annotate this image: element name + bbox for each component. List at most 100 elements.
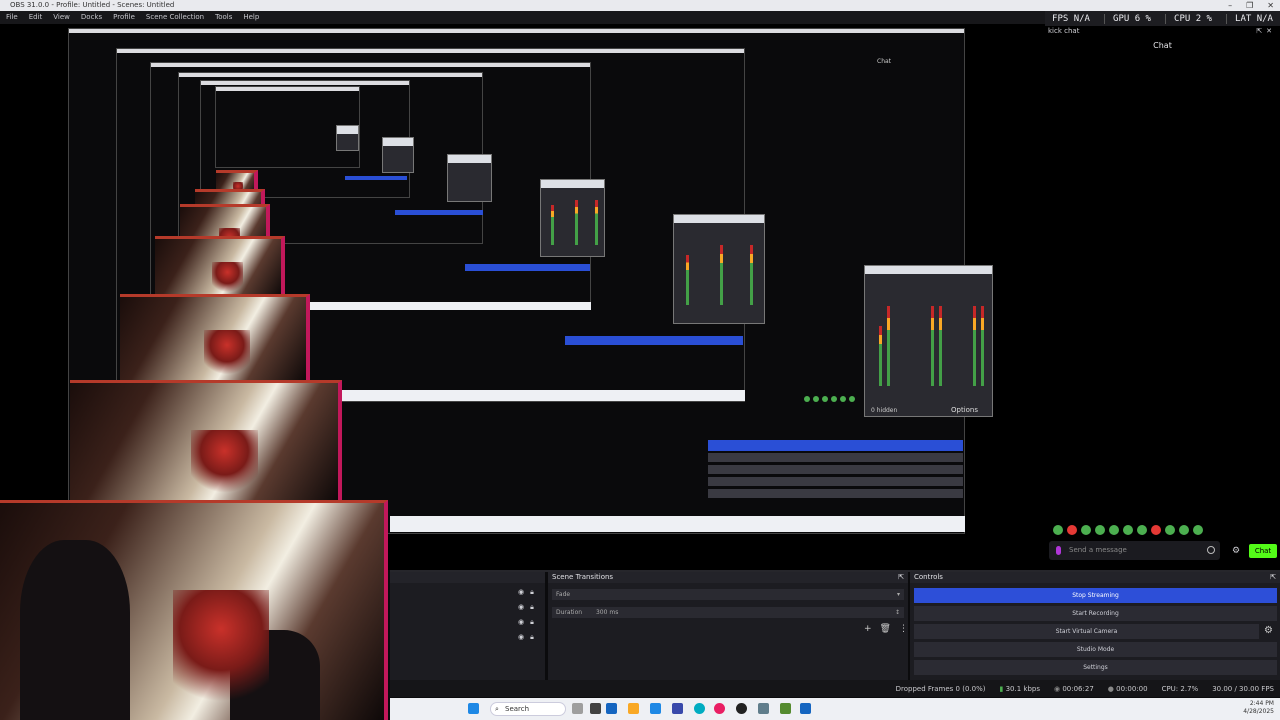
menu-help[interactable]: Help (243, 11, 259, 24)
nested-audio-mixer (673, 214, 765, 324)
lock-icon[interactable]: 🔒︎ (530, 618, 534, 627)
menu-view[interactable]: View (53, 11, 70, 24)
stop-streaming-button[interactable]: Stop Streaming (914, 588, 1277, 603)
trash-icon[interactable]: 🗑︎ (880, 624, 891, 634)
minimize-button[interactable]: – (1228, 0, 1232, 11)
stream-icon: ◉ (1053, 684, 1061, 693)
nested-stop-button (465, 264, 590, 271)
eye-icon[interactable]: ◉ (518, 603, 524, 612)
emote-icon[interactable] (1123, 525, 1133, 535)
obs-window: OBS 31.0.0 - Profile: Untitled - Scenes:… (0, 0, 1280, 720)
chat-header: Chat (1153, 41, 1172, 50)
store-icon[interactable] (650, 703, 661, 714)
hidden-count-label: 0 hidden (871, 407, 898, 414)
obs-icon[interactable] (736, 703, 747, 714)
nested-audio-mixer (540, 179, 605, 257)
emote-icon[interactable] (1081, 525, 1091, 535)
source-row[interactable]: ◉ 🔒︎ (518, 618, 534, 627)
file-explorer-icon[interactable] (628, 703, 639, 714)
pen-icon[interactable] (572, 703, 583, 714)
spin-arrows-icon[interactable]: ↕ (895, 607, 900, 618)
app-icon[interactable] (758, 703, 769, 714)
chat-settings-gear-icon[interactable]: ⚙ (1232, 546, 1240, 556)
emote-icon[interactable] (1109, 525, 1119, 535)
dock-close-icon[interactable]: ⇱✕ (1256, 26, 1276, 37)
emote-icon[interactable] (1053, 525, 1063, 535)
stats-bar: FPS N/A GPU 6 % CPU 2 % LAT N/A (1045, 11, 1280, 26)
nested-audio-mixer: Options 0 hidden (864, 265, 993, 417)
nested-control (708, 477, 963, 486)
menu-tools[interactable]: Tools (215, 11, 232, 24)
title-bar: OBS 31.0.0 - Profile: Untitled - Scenes:… (0, 0, 1280, 11)
menu-scene-collection[interactable]: Scene Collection (146, 11, 204, 24)
preview-canvas[interactable]: Options 0 hidden Chat (0, 24, 1045, 570)
camera-feed (0, 500, 388, 720)
emote-icon[interactable] (1165, 525, 1175, 535)
nested-control (708, 465, 963, 474)
nested-stop-button (565, 336, 743, 345)
taskbar-search[interactable]: ⌕ Search (490, 702, 566, 716)
emote-icon[interactable] (1095, 525, 1105, 535)
clock-time: 2:44 PM (1249, 700, 1274, 707)
source-row[interactable]: ◉ 🔒︎ (518, 603, 534, 612)
emote-icon[interactable] (1179, 525, 1189, 535)
emote-icon[interactable] (1193, 525, 1203, 535)
menu-file[interactable]: File (6, 11, 18, 24)
opera-icon[interactable] (714, 703, 725, 714)
more-icon[interactable]: ⋮ (899, 624, 908, 634)
eye-icon[interactable]: ◉ (518, 633, 524, 642)
eye-icon[interactable]: ◉ (518, 588, 524, 597)
edge-icon[interactable] (694, 703, 705, 714)
task-view-icon[interactable] (590, 703, 601, 714)
fps-readout: 30.00 / 30.00 FPS (1212, 684, 1274, 693)
nested-stop-button (708, 440, 963, 451)
system-tray[interactable]: 2:44 PM 4/28/2025 (1243, 700, 1274, 716)
emote-icon[interactable] (1151, 525, 1161, 535)
emote-icon[interactable] (1137, 525, 1147, 535)
source-row[interactable]: ◉ 🔒︎ (518, 588, 534, 597)
virtual-camera-settings-gear-icon[interactable]: ⚙ (1264, 625, 1273, 636)
eye-icon[interactable]: ◉ (518, 618, 524, 627)
chat-message-input[interactable]: Send a message (1049, 541, 1220, 560)
app-icon[interactable] (606, 703, 617, 714)
start-virtual-camera-button[interactable]: Start Virtual Camera (914, 624, 1259, 639)
controls-title: Controls (914, 573, 943, 581)
close-button[interactable]: ✕ (1267, 0, 1274, 11)
lock-icon[interactable]: 🔒︎ (530, 588, 534, 597)
sources-dock: ◉ 🔒︎ ◉ 🔒︎ ◉ 🔒︎ ◉ 🔒︎ (390, 572, 545, 680)
stream-time-value: 00:06:27 (1062, 684, 1094, 693)
dropped-frames: Dropped Frames 0 (0.0%) (895, 684, 986, 693)
menu-profile[interactable]: Profile (113, 11, 135, 24)
start-recording-button[interactable]: Start Recording (914, 606, 1277, 621)
emoji-icon[interactable] (1207, 546, 1215, 554)
app-icon[interactable] (672, 703, 683, 714)
rec-time: ● 00:00:00 (1108, 685, 1148, 693)
app-icon[interactable] (780, 703, 791, 714)
emote-icon[interactable] (1067, 525, 1077, 535)
windows-taskbar: ⌕ Search 2:44 PM 4/28/2025 (390, 698, 1280, 720)
camera-photo (155, 236, 285, 296)
lock-icon[interactable]: 🔒︎ (530, 603, 534, 612)
lock-icon[interactable]: 🔒︎ (530, 633, 534, 642)
chat-send-button[interactable]: Chat (1249, 544, 1277, 558)
studio-mode-button[interactable]: Studio Mode (914, 642, 1277, 657)
settings-button[interactable]: Settings (914, 660, 1277, 675)
nested-taskbar (305, 302, 591, 310)
cpu-stat: CPU 2 % (1165, 13, 1212, 24)
mixer-options-label: Options (951, 406, 979, 414)
dock-menu-icon[interactable]: ⇱ (1270, 572, 1276, 583)
start-icon[interactable] (468, 703, 479, 714)
dock-menu-icon[interactable]: ⇱ (898, 572, 904, 583)
nested-control (708, 489, 963, 498)
transition-select[interactable]: Fade ▾ (552, 589, 904, 600)
menu-bar: File Edit View Docks Profile Scene Colle… (0, 11, 1045, 24)
source-row[interactable]: ◉ 🔒︎ (518, 633, 534, 642)
scene-transitions-header: Scene Transitions ⇱ (548, 572, 908, 583)
menu-docks[interactable]: Docks (81, 11, 102, 24)
app-icon[interactable] (800, 703, 811, 714)
menu-edit[interactable]: Edit (29, 11, 43, 24)
duration-field[interactable]: Duration 300 ms ↕ (552, 607, 904, 618)
maximize-button[interactable]: ❐ (1246, 0, 1253, 11)
add-icon[interactable]: + (864, 624, 872, 634)
signal-icon: ▮ (999, 684, 1004, 693)
